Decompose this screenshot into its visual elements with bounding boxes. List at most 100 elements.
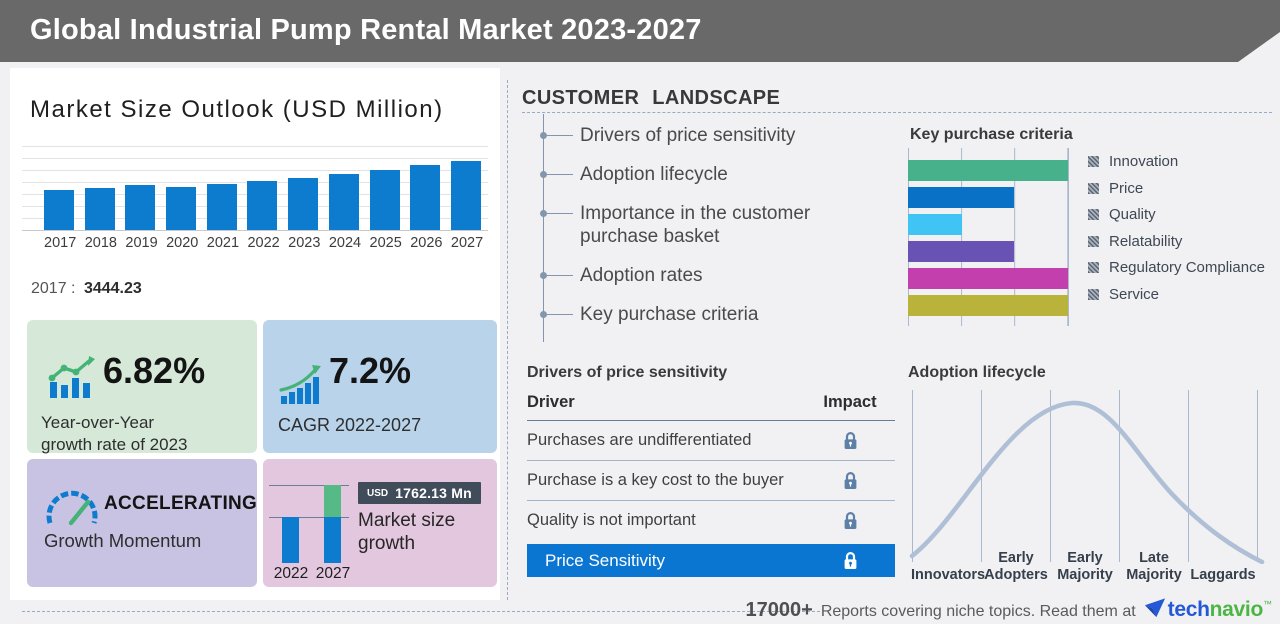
kp-legend: Innovation Price Quality Relatability Regula… [1088,153,1265,303]
brand-suffix: navio [1209,598,1264,621]
market-bar-2017 [44,190,74,230]
growth-bar-2022 [282,517,299,563]
stage-label-line: Laggards [1190,567,1256,583]
adoption-lifecycle-title: Adoption lifecycle [908,364,1046,381]
base-year-number: 3444.23 [83,280,142,297]
market-xlabel: 2027 [450,235,484,251]
market-bar-2027 [450,161,481,230]
stage-label-line: Early [998,550,1034,566]
market-xlabel: 2019 [125,235,158,251]
kp-bar-quality [908,214,963,235]
lock-icon [805,511,895,530]
growth-year-end: 2027 [315,565,351,582]
price-sensitivity-highlight-row: Price Sensitivity [527,544,895,577]
lock-icon [805,471,895,490]
stage-label-line: Majority [1057,567,1113,583]
market-bars [44,161,481,230]
stage-innovators: Innovators [911,567,986,584]
growth-year-start: 2022 [273,565,309,582]
key-purchase-chart [908,148,1069,326]
col-impact: Impact [823,393,877,411]
kp-bar-relatability [908,241,1014,262]
technavio-logo[interactable]: tech navio ™ [1144,594,1272,622]
bar-trend-icon [48,356,95,398]
kp-bar-innovation [908,160,1068,181]
kp-legend-item: Innovation [1088,153,1265,170]
market-bar-2019 [125,185,156,230]
kp-legend-item: Quality [1088,206,1265,223]
kp-legend-item: Price [1088,180,1265,197]
ribbon-corner-cut [1238,32,1280,62]
footer-divider [22,611,820,612]
market-bar-2023 [288,178,319,230]
lock-icon [805,431,895,450]
kp-legend-label: Service [1109,285,1160,303]
driver-label: Purchases are undifferentiated [527,431,752,449]
table-row: Quality is not important [527,501,895,540]
market-xlabel: 2018 [84,235,117,251]
stage-label-line: Innovators [911,567,986,583]
growth-segment [324,485,341,517]
market-growth-box: 2022 2027 USD 1762.13 Mn Market size gro… [263,459,497,587]
driver-label: Quality is not important [527,511,696,529]
landscape-item: Drivers of price sensitivity [540,124,850,147]
growth-mini-chart [269,479,355,563]
market-bar-2021 [206,184,237,230]
kp-legend-label: Quality [1109,206,1156,223]
legend-swatch-icon [1088,182,1099,194]
market-size-card: Market Size Outlook (USD Million) 2017 20… [10,68,500,600]
growth-bar-2027 [324,485,341,563]
technavio-arrow-icon [1144,598,1165,618]
table-header: Driver Impact [527,393,895,421]
cagr-value: 7.2% [329,350,412,391]
stage-label-line: Majority [1126,567,1182,583]
legend-swatch-icon [1088,235,1099,247]
kp-legend-label: Regulatory Compliance [1109,259,1265,276]
kp-bar-regulatory-compliance [908,268,1068,289]
legend-swatch-icon [1088,262,1099,273]
cagr-label: CAGR 2022-2027 [278,415,422,435]
market-xlabels: 2017 2018 2019 2020 2021 2022 2023 2024 2025 2026… [44,235,484,251]
stage-laggards: Laggards [1187,567,1259,584]
market-xlabel: 2020 [166,235,199,251]
report-count: 17000+ [745,599,813,621]
market-xlabel: 2024 [328,235,362,251]
landscape-item: Importance in the customer purchase bask… [540,202,850,248]
market-xlabel: 2026 [410,235,443,251]
yoy-growth-box: 6.82% Year-over-Year growth rate of 2023 [27,320,257,454]
market-bar-2022 [247,181,278,230]
market-bar-2025 [369,170,400,230]
kp-bar-service [908,295,1068,316]
footer: 17000+ Reports covering niche topics. Re… [746,594,1272,622]
legend-swatch-icon [1088,288,1099,300]
brand-prefix: tech [1167,598,1210,621]
stage-label-line: Late [1139,550,1169,566]
growth-momentum-box: ACCELERATING Growth Momentum [27,459,257,587]
infographic: Global Industrial Pump Rental Market 202… [0,0,1280,624]
stage-label-line: Adopters [984,567,1048,583]
kp-bar-price [908,187,1014,208]
growth-label: Market size growth [358,510,456,554]
customer-landscape-list: Drivers of price sensitivity Adoption lif… [540,114,850,342]
kp-legend-label: Innovation [1109,153,1179,170]
base-year-value: 2017 : 3444.23 [31,280,142,298]
market-size-title: Market Size Outlook (USD Million) [30,96,444,123]
stage-early-majority: Early Majority [1049,550,1121,584]
key-purchase-title: Key purchase criteria [910,126,1073,143]
growth-curve-icon [279,365,321,404]
driver-label: Purchase is a key cost to the buyer [527,471,784,489]
brand-trademark: ™ [1263,599,1272,609]
section-divider [507,80,508,600]
market-xlabel: 2021 [206,235,240,251]
highlight-label: Price Sensitivity [545,550,665,570]
kp-legend-item: Service [1088,286,1265,303]
legend-swatch-icon [1088,156,1099,167]
table-rows: Purchases are undifferentiated Purchase … [527,421,895,540]
table-row: Purchase is a key cost to the buyer [527,461,895,501]
kp-legend-label: Price [1109,179,1144,197]
adoption-stage-labels: Innovators Early Adopters Early Majority Late… [908,538,1270,584]
col-driver: Driver [527,393,575,411]
kp-legend-item: Regulatory Compliance [1088,259,1265,276]
header-bar: Global Industrial Pump Rental Market 202… [0,0,1280,62]
landscape-item: Adoption rates [540,264,850,287]
